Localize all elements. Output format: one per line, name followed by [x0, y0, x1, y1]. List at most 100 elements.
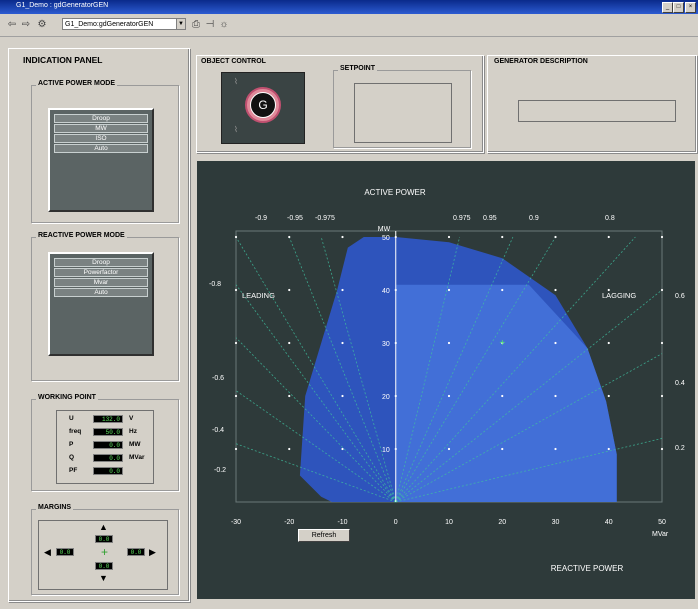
toolbar: ⇦ ⇨ ⚙ G1_Demo:gdGeneratorGEN ▼ ⎙ ⊣ ☼	[0, 14, 698, 37]
address-field[interactable]: G1_Demo:gdGeneratorGEN	[62, 18, 186, 30]
grid-dot	[660, 394, 664, 398]
wp-label-p: P	[69, 441, 74, 448]
grid-dot	[234, 394, 238, 398]
grid-dot	[607, 235, 610, 239]
refresh-button[interactable]: Refresh	[298, 529, 350, 542]
wp-unit-freq: Hz	[129, 428, 137, 435]
x-axis-title: REACTIVE POWER	[551, 564, 624, 573]
grid-dot	[554, 288, 557, 292]
capability-chart-svg: + -30 -20 -10 0 10 20 30 40 50 10 20 30 40 50 MW MVar ACT…	[209, 188, 685, 573]
indication-panel: INDICATION PANEL ACTIVE POWER MODE Droop…	[8, 48, 190, 602]
wp-label-q: Q	[69, 454, 75, 461]
operating-point: +	[499, 338, 505, 349]
window-title: G1_Demo : gdGeneratorGEN	[16, 2, 109, 9]
reactive-mode-mvar-button[interactable]: Mvar	[54, 278, 148, 287]
y-tick-label: 20	[382, 394, 390, 401]
active-mode-mw-button[interactable]: MW	[54, 124, 148, 133]
margins-group: MARGINS ▲ 0.0 ◀ 0.0 + 0.0 ▶ 0.0 ▼	[31, 504, 179, 595]
generator-description-panel: GENERATOR DESCRIPTION	[487, 55, 697, 153]
grid-dot	[501, 288, 504, 292]
grid-dot	[341, 288, 344, 292]
object-control-panel: OBJECT CONTROL ⌇ ⌇ G SETPOINT	[196, 55, 484, 153]
wp-unit-p: MW	[129, 441, 141, 448]
forward-icon[interactable]: ⇨	[20, 19, 32, 31]
grid-dot	[660, 447, 664, 451]
window-titlebar: G1_Demo : gdGeneratorGEN _ □ ×	[0, 0, 698, 14]
crosshair-icon: +	[101, 545, 109, 559]
pf-label-top-left: -0.975	[315, 215, 335, 222]
gear-icon[interactable]: ⚙	[36, 19, 48, 31]
pf-label-top-right: 0.975	[453, 215, 471, 222]
chevron-down-icon[interactable]: ▼	[176, 18, 186, 30]
margins-box: ▲ 0.0 ◀ 0.0 + 0.0 ▶ 0.0 ▼	[38, 520, 168, 590]
arrow-left-icon: ◀	[44, 547, 51, 557]
grid-dot	[660, 288, 664, 292]
breaker-top-icon: ⌇	[234, 77, 238, 86]
working-point-group: WORKING POINT U 132.0 V freq 50.0 Hz P 0…	[31, 394, 179, 491]
grid-dot	[341, 447, 344, 451]
grid-dot	[447, 447, 451, 451]
leading-label: LEADING	[242, 291, 275, 300]
x-tick-label: 0	[394, 519, 398, 526]
pf-label-side-right: 0.6	[675, 293, 685, 300]
reactive-mode-auto-button[interactable]: Auto	[54, 288, 148, 297]
grid-dot	[394, 288, 397, 292]
y-tick-label: 30	[382, 341, 390, 348]
grid-dot	[288, 288, 291, 292]
margin-left-value: 0.0	[56, 548, 74, 556]
active-power-mode-box: Droop MW ISO Auto	[48, 108, 154, 212]
wp-unit-u: V	[129, 415, 134, 422]
pin-icon[interactable]: ⊣	[204, 19, 216, 31]
pf-label-top-right: 0.9	[529, 215, 539, 222]
margin-bottom-value: 0.0	[95, 562, 113, 570]
grid-dot	[554, 341, 557, 345]
grid-dot	[554, 447, 557, 451]
settings-icon[interactable]: ☼	[218, 19, 230, 31]
grid-dot	[607, 394, 610, 398]
grid-dot	[394, 394, 397, 398]
x-tick-label: -20	[284, 519, 294, 526]
generator-description-field[interactable]	[518, 100, 676, 122]
x-tick-label: -30	[231, 519, 241, 526]
active-mode-droop-button[interactable]: Droop	[54, 114, 148, 123]
grid-dot	[607, 341, 610, 345]
x-tick-label: 40	[605, 519, 613, 526]
chart-title: ACTIVE POWER	[364, 188, 426, 197]
pf-label-top-left: -0.9	[255, 215, 267, 222]
active-mode-iso-button[interactable]: ISO	[54, 134, 148, 143]
wp-unit-q: MVar	[129, 454, 145, 461]
setpoint-box[interactable]	[354, 83, 452, 143]
wp-value-u: 132.0	[93, 415, 123, 423]
active-mode-auto-button[interactable]: Auto	[54, 144, 148, 153]
grid-dot	[660, 235, 664, 239]
grid-dot	[234, 235, 238, 239]
margins-title: MARGINS	[36, 504, 74, 511]
reactive-mode-powerfactor-button[interactable]: Powerfactor	[54, 268, 148, 277]
pf-label-side-left: -0.2	[214, 467, 226, 474]
grid-dot	[341, 235, 344, 239]
pf-label-side-right: 0.2	[675, 445, 685, 452]
reactive-mode-droop-button[interactable]: Droop	[54, 258, 148, 267]
reactive-power-mode-group: REACTIVE POWER MODE Droop Powerfactor Mv…	[31, 232, 179, 381]
wp-label-pf: PF	[69, 467, 78, 474]
maximize-icon[interactable]: □	[673, 2, 684, 13]
reactive-power-mode-title: REACTIVE POWER MODE	[36, 232, 127, 239]
pf-label-side-left: -0.6	[212, 375, 224, 382]
back-icon[interactable]: ⇦	[6, 19, 18, 31]
working-point-box: U 132.0 V freq 50.0 Hz P 0.0 MW Q 0.0 MV…	[56, 410, 154, 484]
minimize-icon[interactable]: _	[662, 2, 673, 13]
wp-value-pf: 0.0	[93, 467, 123, 475]
y-tick-label: 50	[382, 235, 390, 242]
close-icon[interactable]: ×	[685, 2, 696, 13]
generator-control-box[interactable]: ⌇ ⌇ G	[221, 72, 305, 144]
print-icon[interactable]: ⎙	[190, 19, 202, 31]
setpoint-title: SETPOINT	[338, 65, 378, 72]
y-tick-label: 40	[382, 288, 390, 295]
grid-dot	[341, 341, 344, 345]
grid-dot	[447, 288, 451, 292]
margin-top-value: 0.0	[95, 535, 113, 543]
pf-label-side-left: -0.4	[212, 427, 224, 434]
grid-dot	[394, 447, 397, 451]
generator-icon[interactable]: G	[245, 87, 281, 123]
grid-dot	[288, 394, 291, 398]
